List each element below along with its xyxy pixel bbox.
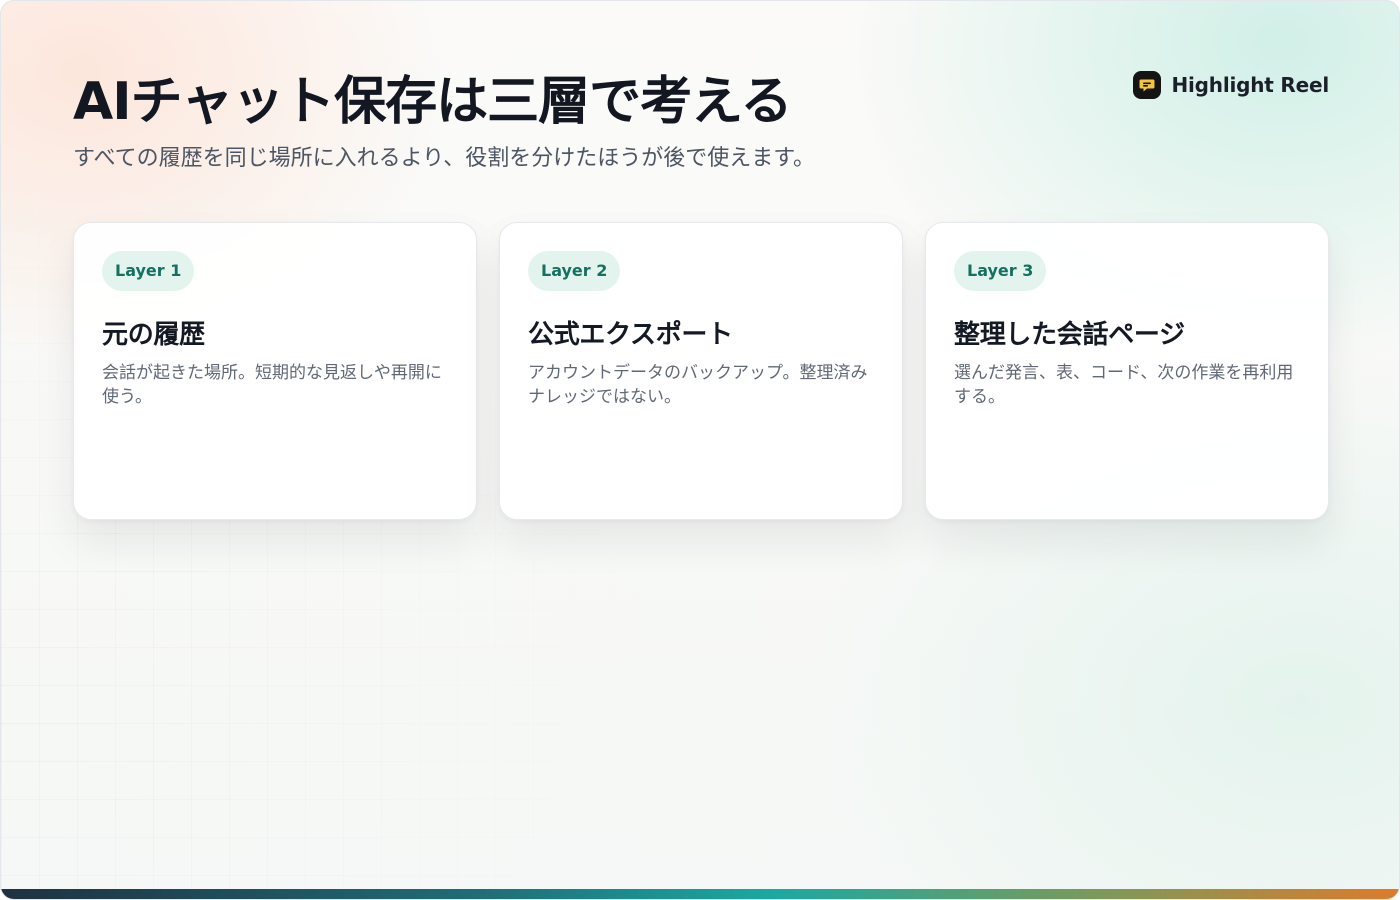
page-subtitle: すべての履歴を同じ場所に入れるより、役割を分けたほうが後で使えます。 (73, 146, 816, 171)
layer-badge: Layer 3 (954, 251, 1047, 291)
layer-cards: Layer 1 元の履歴 会話が起きた場所。短期的な見返しや再開に使う。 Lay… (73, 222, 1329, 520)
layer-card-1: Layer 1 元の履歴 会話が起きた場所。短期的な見返しや再開に使う。 (73, 222, 477, 520)
card-description: 会話が起きた場所。短期的な見返しや再開に使う。 (102, 363, 442, 407)
layer-card-2: Layer 2 公式エクスポート アカウントデータのバックアップ。整理済みナレッ… (499, 222, 903, 520)
brand-name: Highlight Reel (1171, 73, 1329, 97)
card-title: 元の履歴 (102, 320, 205, 350)
bottom-accent-bar (1, 889, 1399, 899)
card-title: 整理した会話ページ (954, 320, 1185, 350)
chat-bubble-icon (1133, 71, 1162, 99)
layer-badge: Layer 2 (528, 251, 621, 291)
layer-card-3: Layer 3 整理した会話ページ 選んだ発言、表、コード、次の作業を再利用する… (925, 222, 1329, 520)
layer-badge: Layer 1 (102, 251, 195, 291)
slide-frame: AIチャット保存は三層で考える すべての履歴を同じ場所に入れるより、役割を分けた… (0, 0, 1400, 900)
card-description: アカウントデータのバックアップ。整理済みナレッジではない。 (528, 363, 868, 407)
card-description: 選んだ発言、表、コード、次の作業を再利用する。 (954, 363, 1294, 407)
brand-logo: Highlight Reel (1133, 71, 1329, 99)
card-title: 公式エクスポート (528, 320, 733, 350)
